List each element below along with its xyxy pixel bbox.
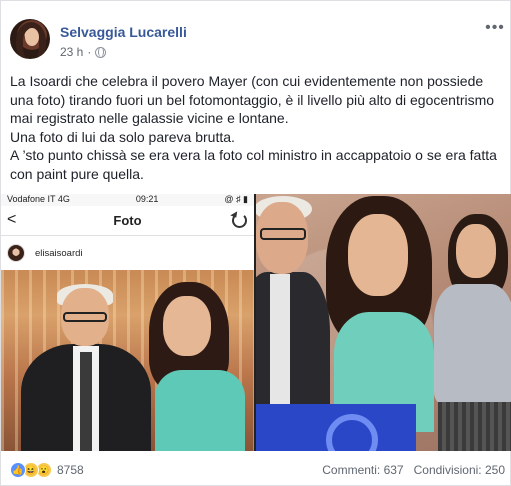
- reaction-count: 8758: [57, 463, 84, 477]
- tv-banner: [256, 404, 416, 451]
- phone-status-bar: Vodafone IT 4G 09:21 @ ♯ ▮: [1, 194, 254, 206]
- status-icons: @ ♯ ▮: [224, 194, 248, 204]
- globe-icon: [95, 46, 107, 58]
- instagram-avatar: [7, 244, 25, 262]
- author-avatar[interactable]: [10, 19, 50, 59]
- post-header: Selvaggia Lucarelli 23 h · •••: [10, 15, 505, 65]
- photo-second-woman-figure: [424, 214, 511, 451]
- reactions-summary[interactable]: 👍 😆 😮 8758: [10, 462, 84, 478]
- post-text: La Isoardi che celebra il povero Mayer (…: [10, 72, 505, 183]
- photo-woman-figure: [326, 194, 436, 432]
- instagram-user-row: elisaisoardi: [1, 236, 254, 270]
- phone-nav-title: Foto: [113, 213, 142, 228]
- author-name[interactable]: Selvaggia Lucarelli: [60, 24, 187, 40]
- instagram-username: elisaisoardi: [35, 247, 83, 259]
- instagram-screenshot[interactable]: Vodafone IT 4G 09:21 @ ♯ ▮ < Foto elisai…: [1, 194, 254, 451]
- avatar-face: [25, 28, 39, 46]
- post-paragraph: Una foto di lui da solo pareva brutta.: [10, 128, 235, 145]
- post-paragraph: La Isoardi che celebra il povero Mayer (…: [10, 73, 495, 126]
- post-footer: 👍 😆 😮 8758 Commenti: 637 Condivisioni: 2…: [10, 459, 505, 481]
- instagram-photo: [1, 270, 254, 451]
- phone-nav-bar: < Foto: [1, 206, 254, 236]
- post-paragraph: A ’sto punto chissà se era vera la foto …: [10, 147, 497, 182]
- photo-man-figure: [21, 284, 151, 451]
- tv-still-photo[interactable]: [256, 194, 511, 451]
- post-meta: 23 h ·: [60, 45, 107, 59]
- post-time[interactable]: 23 h: [60, 45, 83, 59]
- comments-count[interactable]: Commenti: 637: [322, 463, 403, 477]
- photo-woman-figure: [141, 282, 254, 451]
- post-media[interactable]: Vodafone IT 4G 09:21 @ ♯ ▮ < Foto elisai…: [1, 194, 511, 451]
- carrier-label: Vodafone IT 4G: [7, 194, 70, 204]
- post-card: Selvaggia Lucarelli 23 h · ••• La Isoard…: [0, 0, 511, 486]
- like-reaction-icon: 👍: [10, 462, 26, 478]
- meta-separator: ·: [87, 45, 92, 59]
- shares-count[interactable]: Condivisioni: 250: [414, 463, 505, 477]
- post-stats: Commenti: 637 Condivisioni: 250: [322, 463, 505, 477]
- back-arrow-icon: <: [7, 211, 17, 228]
- refresh-icon: [232, 213, 247, 228]
- more-options-icon[interactable]: •••: [485, 20, 505, 39]
- clock-label: 09:21: [135, 194, 159, 204]
